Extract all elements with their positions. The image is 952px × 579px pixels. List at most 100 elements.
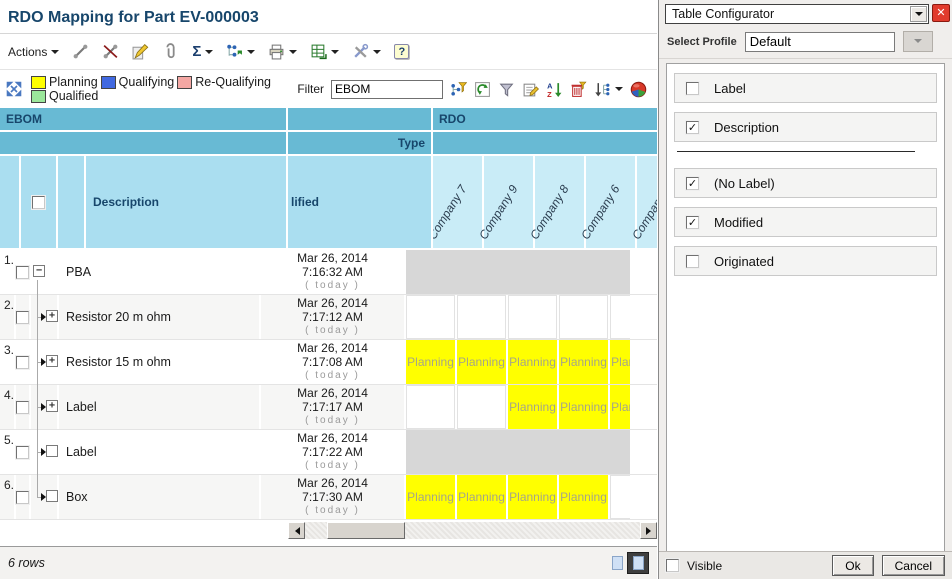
chart-icon[interactable] (630, 81, 647, 98)
edit-table-icon[interactable] (522, 81, 539, 98)
actions-menu-button[interactable]: Actions (8, 45, 59, 59)
row-checkbox[interactable] (16, 356, 29, 369)
configurator-dropdown-button[interactable] (910, 6, 927, 22)
scrollbar-thumb[interactable] (327, 522, 405, 539)
svg-text:Z: Z (547, 89, 552, 97)
expand-icon[interactable]: + (46, 400, 58, 412)
rdo-status-cell[interactable] (406, 295, 455, 339)
rdo-status-cell[interactable]: Planning (508, 340, 557, 384)
profile-input[interactable] (745, 32, 895, 52)
column-header-row: Description lified Company 7 Company 9 C… (0, 156, 657, 248)
column-header-rownum (0, 156, 19, 248)
filter-label: Filter (297, 82, 324, 96)
legend-label-qualifying: Qualifying (119, 75, 175, 89)
rdo-status-cell[interactable]: Planning (508, 385, 557, 429)
band-rdo: RDO (433, 108, 657, 130)
refresh-icon[interactable] (474, 81, 491, 98)
tree-filter-icon[interactable] (450, 81, 467, 98)
cancel-button[interactable]: Cancel (882, 555, 945, 576)
ok-button[interactable]: Ok (832, 555, 873, 576)
close-icon[interactable]: ✕ (932, 4, 950, 22)
restore-view-icon[interactable] (612, 556, 623, 570)
filter-input[interactable] (331, 80, 443, 99)
option-checkbox[interactable]: ✓ (686, 177, 699, 190)
horizontal-scrollbar[interactable] (288, 522, 657, 539)
leaf-icon[interactable] (46, 445, 58, 457)
option-checkbox[interactable] (686, 255, 699, 268)
table-row: 5. Label Mar 26, 20147:17:22 AM( today ) (0, 430, 657, 475)
rdo-status-cell[interactable]: Planning (610, 340, 630, 384)
profile-dropdown-button[interactable] (903, 31, 933, 52)
select-all-checkbox[interactable] (32, 196, 45, 209)
rdo-status-cell[interactable] (610, 475, 630, 519)
profile-row: Select Profile (659, 27, 952, 59)
rdo-status-cell[interactable] (610, 295, 630, 339)
configurator-footer: Visible Ok Cancel (659, 551, 952, 579)
visible-checkbox[interactable] (666, 559, 679, 572)
summary-menu-button[interactable]: Σ (192, 43, 213, 60)
rdo-status-cell[interactable]: Planning (457, 475, 506, 519)
rdo-status-cell[interactable] (559, 295, 608, 339)
rdo-status-cell[interactable]: Planning (559, 385, 608, 429)
sort-az-icon[interactable]: AZ (546, 81, 563, 98)
legend-label-qualified: Qualified (49, 89, 98, 103)
help-icon[interactable]: ? (394, 44, 409, 59)
column-header-description[interactable]: Description (86, 156, 286, 248)
scrollbar-track[interactable] (305, 522, 640, 539)
filter-icon[interactable] (498, 81, 515, 98)
rdo-status-cell[interactable]: Planning (406, 340, 455, 384)
create-link-icon[interactable] (72, 43, 89, 60)
tools-menu-button[interactable] (352, 43, 381, 60)
row-checkbox[interactable] (16, 401, 29, 414)
rdo-status-cell[interactable]: Planning (559, 340, 608, 384)
attachment-icon[interactable] (162, 43, 179, 60)
rdo-status-cell[interactable]: Planning (457, 340, 506, 384)
rdo-status-cell[interactable]: Planning (559, 475, 608, 519)
column-header-modified[interactable]: lified (288, 156, 431, 248)
rdo-status-cell[interactable] (406, 385, 455, 429)
rdo-status-cell[interactable]: Planning (406, 475, 455, 519)
option-checkbox[interactable]: ✓ (686, 121, 699, 134)
rdo-status-cell[interactable]: Planning (508, 475, 557, 519)
levels-menu-button[interactable] (226, 43, 255, 60)
maximize-view-button[interactable] (627, 552, 649, 574)
band-row-1: EBOM RDO (0, 108, 657, 130)
export-menu-button[interactable] (310, 43, 339, 60)
row-checkbox[interactable] (16, 446, 29, 459)
printer-icon (268, 43, 285, 60)
option-checkbox[interactable] (686, 82, 699, 95)
row-checkbox[interactable] (16, 311, 29, 324)
expand-icon[interactable]: + (46, 355, 58, 367)
visible-label: Visible (687, 559, 722, 573)
print-menu-button[interactable] (268, 43, 297, 60)
expand-all-icon[interactable] (6, 81, 23, 98)
row-checkbox[interactable] (16, 266, 29, 279)
rdo-status-cell[interactable] (508, 295, 557, 339)
column-header-company: Company 7 (433, 156, 482, 248)
rdo-status-cell[interactable]: Planning (610, 385, 630, 429)
option-checkbox[interactable]: ✓ (686, 216, 699, 229)
rdo-status-cell[interactable] (457, 385, 506, 429)
collapse-icon[interactable]: − (33, 265, 45, 277)
band-empty (0, 132, 286, 154)
sort-order-menu-button[interactable] (594, 81, 623, 98)
option-row-originated: Originated (674, 246, 937, 276)
expand-icon[interactable]: + (46, 310, 58, 322)
band-empty (433, 132, 657, 154)
remove-link-icon[interactable] (102, 43, 119, 60)
column-header-company: Company 9 (484, 156, 533, 248)
remove-filter-icon[interactable] (570, 81, 587, 98)
page-title: RDO Mapping for Part EV-000003 (8, 9, 259, 26)
option-row-modified: ✓ Modified (674, 207, 937, 237)
column-header-company: Company (637, 156, 657, 248)
qualifying-swatch (101, 76, 116, 89)
toolbar: Actions Σ (0, 34, 657, 70)
scroll-right-button[interactable] (640, 522, 657, 539)
row-checkbox[interactable] (16, 491, 29, 504)
rdo-status-cell[interactable] (457, 295, 506, 339)
table-row: 2. + Resistor 20 m ohm Mar 26, 20147:17:… (0, 295, 657, 340)
leaf-icon[interactable] (46, 490, 58, 502)
scroll-left-button[interactable] (288, 522, 305, 539)
status-bar: 6 rows (0, 546, 657, 579)
edit-icon[interactable] (132, 43, 149, 60)
